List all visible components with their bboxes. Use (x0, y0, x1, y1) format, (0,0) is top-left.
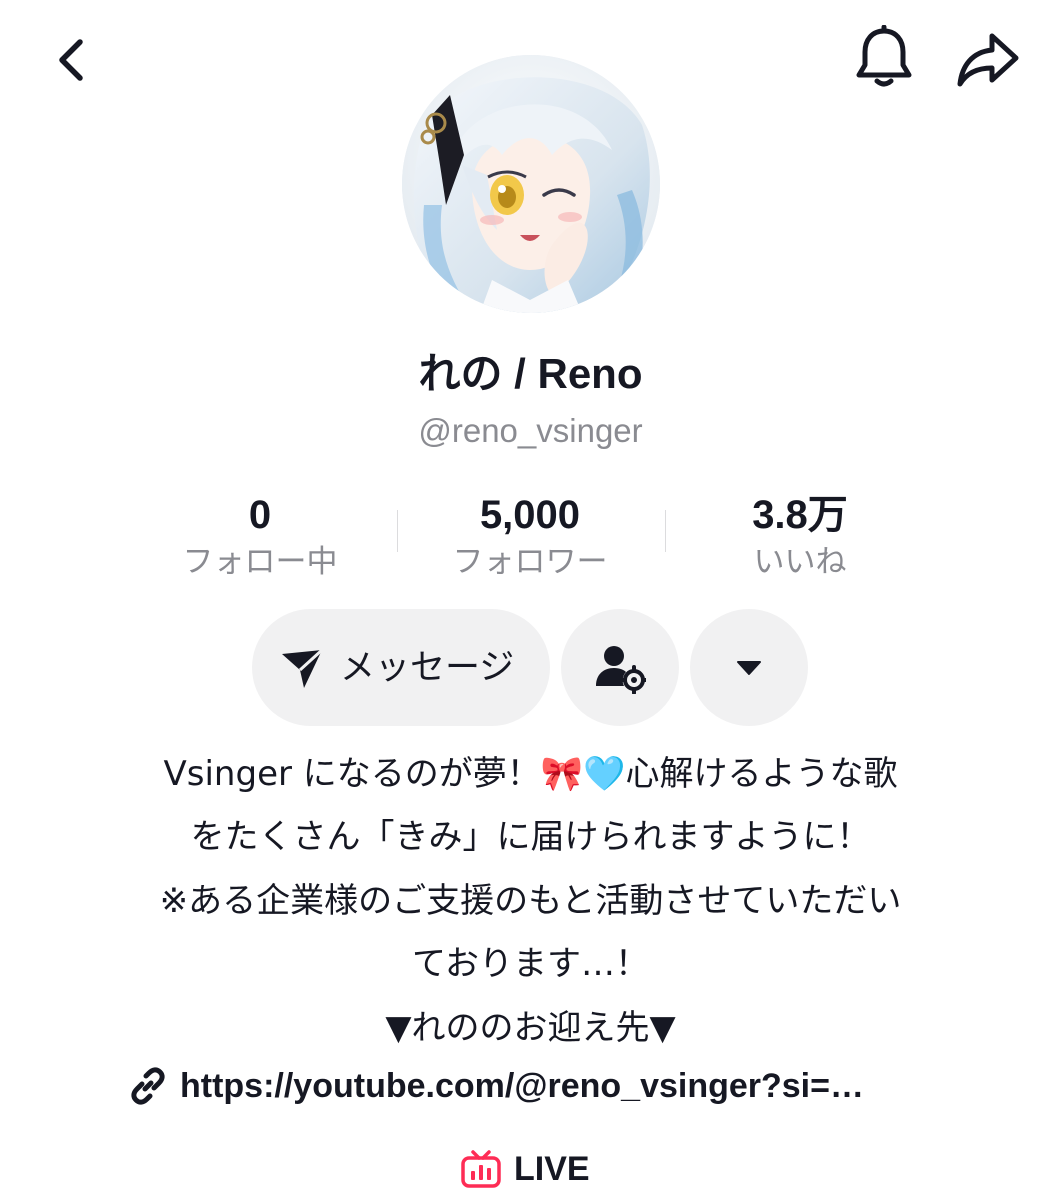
share-button[interactable] (952, 26, 1024, 94)
live-button[interactable]: LIVE (460, 1142, 610, 1196)
link-icon (131, 1067, 165, 1105)
avatar-illustration (402, 55, 660, 313)
message-button[interactable]: メッセージ (252, 609, 550, 726)
followers-label: フォロワー (452, 544, 608, 580)
live-label: LIVE (514, 1150, 590, 1188)
message-button-label: メッセージ (340, 647, 515, 688)
bio-line: をたくさん「きみ」に届けられますように！ (190, 817, 871, 857)
bio-text: 心解けるような歌 (625, 754, 898, 794)
friend-settings-button[interactable] (561, 609, 679, 726)
bio-line: ▼れののお迎え先▼ (385, 1008, 676, 1048)
likes-count: 3.8万 (752, 493, 848, 537)
notification-button[interactable] (850, 24, 918, 92)
ribbon-emoji: 🎀 (540, 754, 584, 794)
bio-line: ※ある企業様のご支援のもと活動させていただい (159, 881, 902, 921)
stat-divider (397, 510, 398, 552)
stat-divider (665, 510, 666, 552)
user-gear-icon (596, 645, 646, 694)
bio-line: Vsinger になるのが夢！🎀🩵心解けるような歌 (0, 751, 1061, 797)
profile-link-text[interactable]: https://youtube.com/@reno_vsinger?si=… (180, 1063, 864, 1109)
following-count: 0 (248, 493, 272, 537)
following-stat[interactable]: 0 フォロー中 (145, 490, 375, 584)
profile-link[interactable]: https://youtube.com/@reno_vsinger?si=… (128, 1061, 948, 1111)
followers-count: 5,000 (479, 493, 581, 537)
chevron-left-icon (59, 39, 83, 81)
display-name: れの / Reno (418, 350, 643, 397)
username-handle: @reno_vsinger (418, 412, 643, 449)
more-options-button[interactable] (690, 609, 808, 726)
live-tv-icon (461, 1150, 501, 1188)
light-blue-heart-emoji: 🩵 (583, 754, 626, 794)
back-button[interactable] (40, 28, 104, 92)
caret-down-icon (737, 660, 761, 675)
avatar[interactable] (402, 55, 660, 313)
share-arrow-icon (957, 33, 1019, 87)
send-icon (282, 648, 324, 688)
following-label: フォロー中 (182, 544, 338, 580)
likes-stat[interactable]: 3.8万 いいね (685, 490, 915, 584)
followers-stat[interactable]: 5,000 フォロワー (415, 490, 645, 584)
bell-icon (856, 25, 912, 87)
bio-text: Vsinger になるのが夢！ (163, 754, 541, 794)
bio-line: ております…！ (412, 944, 649, 984)
likes-label: いいね (753, 544, 847, 580)
